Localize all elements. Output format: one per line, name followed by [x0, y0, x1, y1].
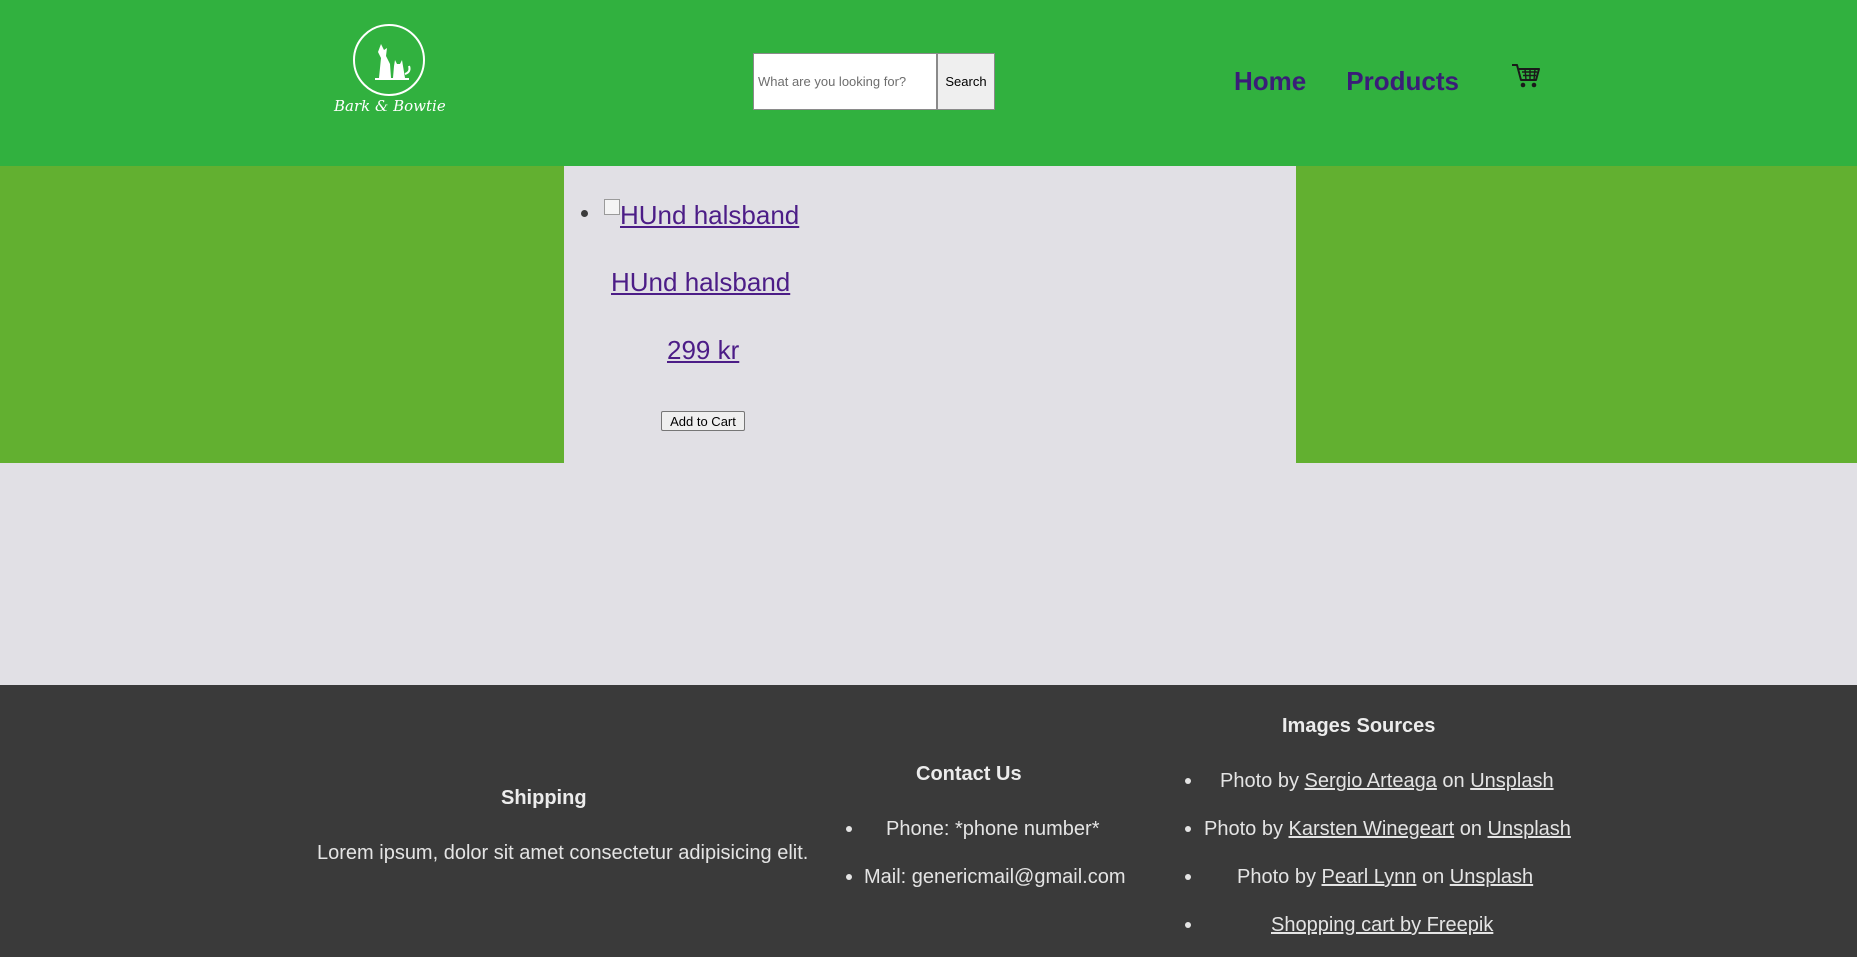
source-item: Shopping cart by Freepik — [1271, 914, 1493, 937]
source-site-link[interactable]: Unsplash — [1488, 818, 1571, 840]
dog-cat-silhouette-icon — [375, 44, 411, 80]
product-name-link[interactable]: HUnd halsband — [611, 267, 790, 298]
shipping-title: Shipping — [501, 787, 587, 809]
source-site-link[interactable]: Unsplash — [1470, 770, 1553, 792]
search-form: Search — [753, 53, 995, 110]
source-mid: on — [1436, 770, 1471, 792]
source-prefix: Photo by — [1220, 770, 1305, 792]
shipping-text: Lorem ipsum, dolor sit amet consectetur … — [317, 842, 809, 864]
products-panel: HUnd halsband HUnd halsband 299 kr Add t… — [564, 166, 1296, 463]
source-prefix: Photo by — [1204, 818, 1289, 840]
search-input[interactable] — [753, 53, 937, 110]
logo-text: Bark & Bowtie — [334, 97, 446, 115]
source-author-link[interactable]: Karsten Winegeart — [1289, 818, 1455, 840]
source-prefix: Photo by — [1237, 866, 1322, 888]
product-price-link[interactable]: 299 kr — [667, 335, 739, 366]
product-image-link[interactable]: HUnd halsband — [604, 198, 800, 231]
list-bullet — [846, 826, 852, 832]
source-item: Photo by Sergio Arteaga on Unsplash — [1220, 770, 1554, 793]
add-to-cart-button[interactable]: Add to Cart — [661, 411, 745, 431]
freepik-cart-link[interactable]: Shopping cart by Freepik — [1271, 914, 1493, 936]
logo-badge — [353, 24, 425, 96]
site-footer: Shipping Lorem ipsum, dolor sit amet con… — [0, 685, 1857, 957]
list-bullet — [1185, 826, 1191, 832]
source-item: Photo by Pearl Lynn on Unsplash — [1237, 866, 1533, 889]
source-item: Photo by Karsten Winegeart on Unsplash — [1204, 818, 1571, 841]
contact-title: Contact Us — [916, 763, 1022, 785]
list-bullet — [581, 210, 588, 217]
list-bullet — [846, 874, 852, 880]
list-bullet — [1185, 922, 1191, 928]
site-header: Bark & Bowtie Search Home Products — [0, 0, 1857, 166]
source-author-link[interactable]: Pearl Lynn — [1322, 866, 1417, 888]
nav-home-link[interactable]: Home — [1234, 66, 1306, 97]
list-bullet — [1185, 874, 1191, 880]
source-site-link[interactable]: Unsplash — [1450, 866, 1533, 888]
image-sources-title: Images Sources — [1282, 715, 1436, 737]
main-nav: Home Products — [1234, 66, 1459, 97]
source-mid: on — [1454, 818, 1488, 840]
search-button[interactable]: Search — [937, 53, 995, 110]
shopping-cart-icon[interactable] — [1511, 62, 1541, 90]
broken-image-icon — [604, 198, 620, 215]
product-image-alt: HUnd halsband — [620, 200, 800, 230]
list-bullet — [1185, 778, 1191, 784]
contact-phone: Phone: *phone number* — [886, 818, 1100, 840]
source-author-link[interactable]: Sergio Arteaga — [1305, 770, 1437, 792]
nav-products-link[interactable]: Products — [1346, 66, 1459, 97]
contact-mail: Mail: genericmail@gmail.com — [864, 866, 1126, 888]
logo[interactable]: Bark & Bowtie — [334, 22, 446, 122]
source-mid: on — [1416, 866, 1450, 888]
